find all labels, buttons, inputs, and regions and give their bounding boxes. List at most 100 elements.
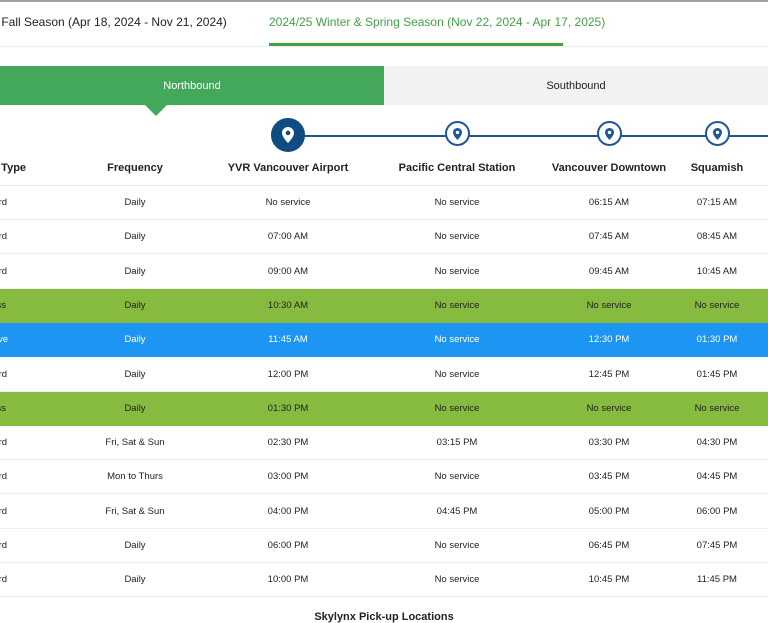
cell-pacific: No service <box>434 334 480 346</box>
cell-pacific: 03:15 PM <box>436 437 478 449</box>
column-header-squamish: Squamish <box>690 162 744 174</box>
column-header-yvr: YVR Vancouver Airport <box>227 162 349 174</box>
cell-frequency: Daily <box>124 299 146 311</box>
tab-winter-spring-season[interactable]: 2024/25 Winter & Spring Season (Nov 22, … <box>269 15 605 29</box>
cell-squamish: 10:45 AM <box>696 265 738 277</box>
cell-frequency: Daily <box>124 574 146 586</box>
cell-type: dard <box>0 574 8 586</box>
cell-downtown: 06:45 PM <box>588 540 630 551</box>
cell-downtown: No service <box>586 402 632 414</box>
cell-squamish: 01:30 PM <box>696 334 738 346</box>
column-header-pacific-central: Pacific Central Station <box>398 162 516 174</box>
cell-yvr: 07:00 AM <box>267 231 309 243</box>
table-row: utive Daily 11:45 AM No service 12:30 PM 01:3… <box>0 323 768 358</box>
cell-downtown: 12:30 PM <box>588 334 630 346</box>
cell-frequency: Fri, Sat & Sun <box>105 437 165 449</box>
table-row: dard Mon to Thurs 03:00 PM No service 03:45 … <box>0 460 768 495</box>
cell-yvr: No service <box>265 197 311 208</box>
cell-frequency: Daily <box>124 231 146 243</box>
table-row: ress Daily 10:30 AM No service No service No … <box>0 288 768 323</box>
column-header-frequency: Frequency <box>107 162 163 174</box>
cell-frequency: Daily <box>124 402 146 414</box>
column-header-type: e Type <box>0 162 27 174</box>
cell-pacific: No service <box>434 265 480 277</box>
table-row: dard Fri, Sat & Sun 02:30 PM 03:15 PM 03:30 … <box>0 426 768 461</box>
season-tabs: & Fall Season (Apr 18, 2024 - Nov 21, 20… <box>0 2 768 47</box>
cell-squamish: 01:45 PM <box>696 368 738 380</box>
cell-type: dard <box>0 368 8 380</box>
cell-pacific: No service <box>434 471 480 483</box>
cell-downtown: 12:45 PM <box>588 368 630 380</box>
cell-yvr: 04:00 PM <box>267 505 309 517</box>
cell-frequency: Daily <box>124 334 146 346</box>
cell-squamish: 08:45 AM <box>696 231 738 243</box>
column-header-vancouver-downtown: Vancouver Downtown <box>551 162 667 174</box>
cell-frequency: Daily <box>124 265 146 277</box>
cell-downtown: 06:15 AM <box>588 197 630 208</box>
active-season-indicator <box>269 43 563 46</box>
cell-pacific: No service <box>434 540 480 551</box>
cell-downtown: 07:45 AM <box>588 231 630 243</box>
table-row: dard Daily 12:00 PM No service 12:45 PM 01:45… <box>0 358 768 392</box>
table-row: ress Daily 01:30 PM No service No service No … <box>0 391 768 426</box>
cell-squamish: No service <box>694 299 740 311</box>
cell-yvr: 11:45 AM <box>268 334 308 346</box>
tab-summer-fall-season[interactable]: & Fall Season (Apr 18, 2024 - Nov 21, 20… <box>0 15 227 29</box>
table-row: dard Daily 10:00 PM No service 10:45 PM 11:45… <box>0 563 768 598</box>
cell-pacific: No service <box>434 368 480 380</box>
cell-frequency: Fri, Sat & Sun <box>105 505 165 517</box>
vancouver-downtown-location-pin-icon[interactable] <box>597 121 622 146</box>
cell-frequency: Daily <box>124 540 146 551</box>
cell-type: dard <box>0 197 8 208</box>
table-row: dard Daily 09:00 AM No service 09:45 AM 10:45… <box>0 255 768 289</box>
cell-yvr: 06:00 PM <box>267 540 309 551</box>
cell-type: utive <box>0 334 9 346</box>
table-row: dard Daily No service No service 06:15 AM 07:… <box>0 186 768 220</box>
cell-squamish: 04:30 PM <box>696 437 738 449</box>
table-row: dard Daily 06:00 PM No service 06:45 PM 07:45… <box>0 529 768 563</box>
active-direction-pointer <box>145 105 167 116</box>
cell-yvr: 12:00 PM <box>267 368 309 380</box>
cell-squamish: 07:15 AM <box>696 197 738 208</box>
cell-downtown: 09:45 AM <box>588 265 630 277</box>
cell-downtown: 05:00 PM <box>588 505 630 517</box>
cell-type: dard <box>0 505 8 517</box>
cell-pacific: No service <box>434 299 480 311</box>
cell-yvr: 03:00 PM <box>267 471 309 483</box>
cell-frequency: Mon to Thurs <box>107 471 163 483</box>
cell-downtown: 10:45 PM <box>588 574 630 586</box>
table-row: dard Daily 07:00 AM No service 07:45 AM 08:45… <box>0 220 768 255</box>
northbound-tab[interactable]: Northbound <box>0 66 384 105</box>
cell-pacific: No service <box>434 197 480 208</box>
cell-type: dard <box>0 540 8 551</box>
cell-yvr: 09:00 AM <box>267 265 309 277</box>
cell-downtown: 03:45 PM <box>588 471 630 483</box>
pacific-central-location-pin-icon[interactable] <box>445 121 470 146</box>
cell-yvr: 02:30 PM <box>267 437 309 449</box>
cell-squamish: 06:00 PM <box>696 505 738 517</box>
cell-type: ress <box>0 402 6 414</box>
cell-downtown: 03:30 PM <box>588 437 630 449</box>
cell-frequency: Daily <box>124 368 146 380</box>
yvr-location-pin-icon[interactable] <box>271 118 305 152</box>
southbound-tab[interactable]: Southbound <box>384 66 768 105</box>
cell-type: dard <box>0 471 8 483</box>
southbound-label: Southbound <box>546 79 606 92</box>
table-row: dard Fri, Sat & Sun 04:00 PM 04:45 PM 05:00 … <box>0 495 768 529</box>
squamish-location-pin-icon[interactable] <box>705 121 730 146</box>
cell-pacific: No service <box>434 402 480 414</box>
cell-pacific: 04:45 PM <box>436 505 478 517</box>
cell-squamish: 04:45 PM <box>696 471 738 483</box>
northbound-label: Northbound <box>163 79 221 92</box>
cell-downtown: No service <box>586 299 632 311</box>
cell-type: dard <box>0 231 8 243</box>
cell-squamish: No service <box>694 402 740 414</box>
pickup-locations-heading: Skylynx Pick-up Locations <box>314 611 454 623</box>
cell-pacific: No service <box>434 231 480 243</box>
cell-yvr: 10:30 AM <box>267 299 309 311</box>
cell-type: dard <box>0 265 8 277</box>
cell-type: dard <box>0 437 8 449</box>
cell-type: ress <box>0 299 6 311</box>
cell-yvr: 01:30 PM <box>267 402 309 414</box>
cell-squamish: 07:45 PM <box>696 540 738 551</box>
